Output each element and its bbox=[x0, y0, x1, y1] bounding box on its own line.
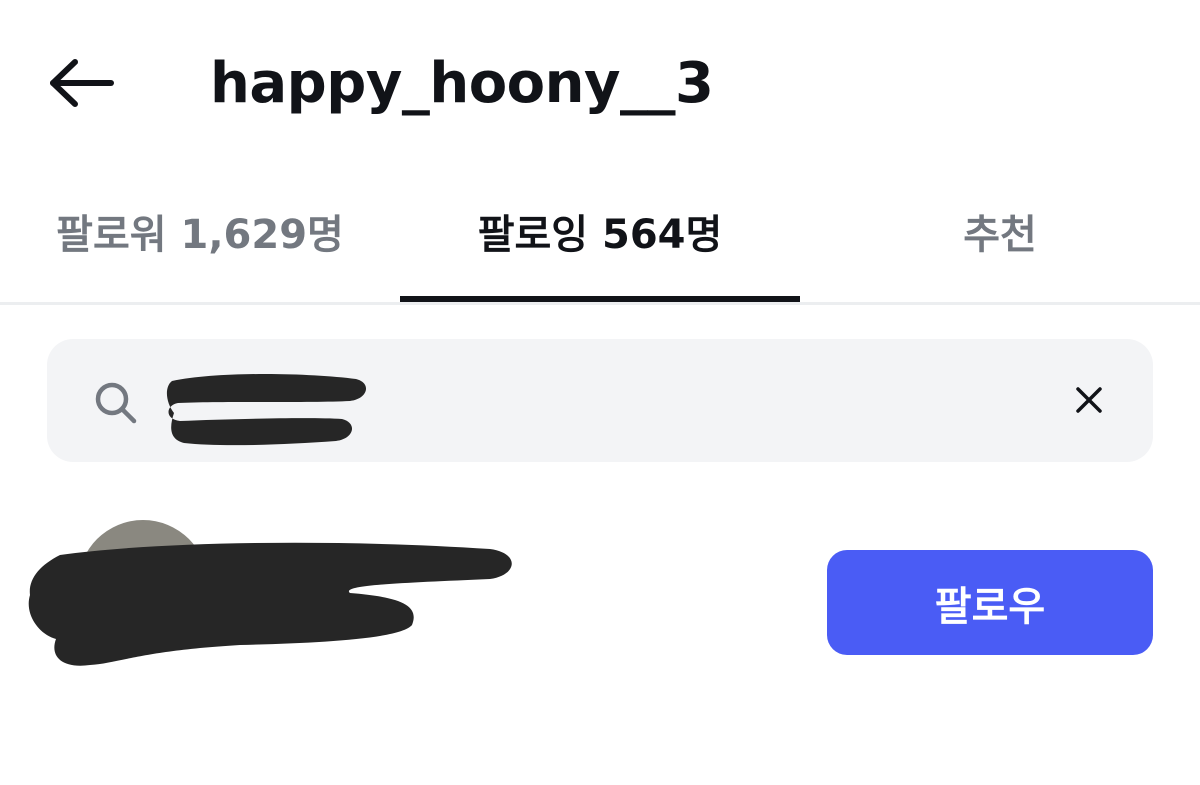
tab-bar: 팔로워 1,629명 팔로잉 564명 추천 bbox=[0, 190, 1200, 305]
tab-recommended[interactable]: 추천 bbox=[800, 190, 1200, 302]
top-bar: happy_hoony__3 bbox=[0, 0, 1200, 160]
tab-following[interactable]: 팔로잉 564명 bbox=[400, 190, 800, 302]
back-button[interactable] bbox=[40, 50, 124, 120]
arrow-left-icon bbox=[47, 58, 117, 112]
tab-followers[interactable]: 팔로워 1,629명 bbox=[0, 190, 400, 302]
redaction-mark bbox=[20, 535, 520, 695]
clear-search-button[interactable] bbox=[1062, 375, 1116, 429]
follow-button[interactable]: 팔로우 bbox=[827, 550, 1153, 655]
page-title: happy_hoony__3 bbox=[210, 51, 714, 116]
close-icon bbox=[1073, 384, 1105, 420]
following-screen: happy_hoony__3 팔로워 1,629명 팔로잉 564명 추천 팔로… bbox=[0, 0, 1200, 785]
search-icon bbox=[90, 377, 142, 429]
redaction-mark bbox=[160, 369, 372, 449]
active-tab-indicator bbox=[400, 296, 800, 302]
